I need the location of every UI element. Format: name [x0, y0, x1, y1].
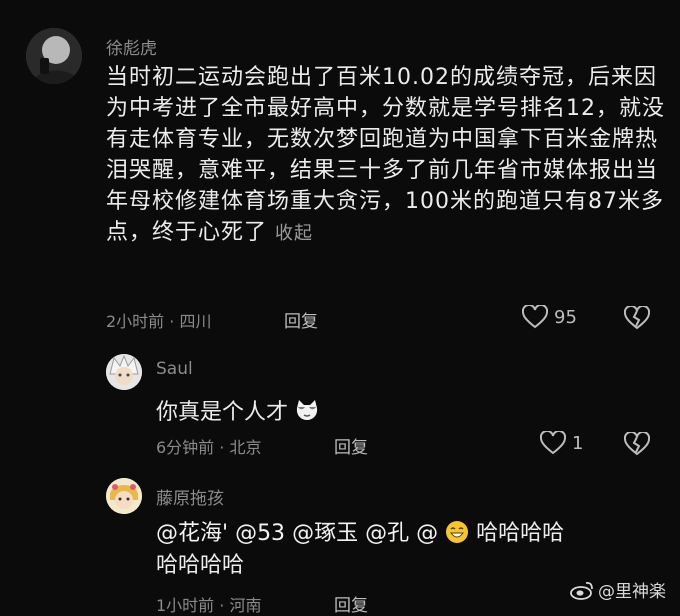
mention-link[interactable]: @53: [235, 521, 285, 546]
comment-body: 当时初二运动会跑出了百米10.02的成绩夺冠，后来因为中考进了全市最好高中，分数…: [106, 65, 665, 245]
reply-time: 6分钟前: [156, 438, 215, 457]
reply-text: @花海' @53 @琢玉 @孔 @ 哈哈哈哈 哈哈哈哈: [156, 518, 656, 582]
reply-time: 1小时前: [156, 596, 215, 615]
reply-button[interactable]: 回复: [334, 433, 368, 458]
meta-separator: ·: [219, 438, 225, 457]
cat-emoji-icon: [296, 400, 318, 420]
mention-link[interactable]: @孔: [365, 521, 409, 546]
like-button[interactable]: 95: [522, 305, 577, 329]
collapse-link[interactable]: 收起: [275, 223, 313, 244]
reply-username[interactable]: 藤原拖孩: [156, 484, 224, 509]
reply-location: 河南: [229, 596, 262, 615]
anime-avatar-icon: [106, 354, 142, 390]
like-button[interactable]: 1: [540, 431, 583, 455]
weibo-logo-icon: [570, 581, 593, 600]
grin-emoji-icon: [446, 521, 469, 543]
like-count: 95: [554, 306, 577, 328]
comment-text: 当时初二运动会跑出了百米10.02的成绩夺冠，后来因为中考进了全市最好高中，分数…: [106, 62, 672, 249]
reply-username[interactable]: Saul: [156, 359, 193, 379]
dislike-button[interactable]: [623, 430, 651, 460]
broken-heart-icon: [623, 430, 651, 456]
avatar-photo-icon: [26, 28, 82, 84]
mention-link[interactable]: @: [416, 521, 438, 546]
reply-body-line2: 哈哈哈哈: [156, 553, 245, 578]
reply-text: 你真是个人才: [156, 394, 320, 426]
avatar[interactable]: [26, 28, 82, 84]
reply-button[interactable]: 回复: [284, 307, 318, 332]
comment-location: 四川: [179, 312, 212, 331]
heart-icon: [522, 305, 548, 329]
comment-meta: 2小时前 · 四川: [106, 308, 211, 332]
mention-link[interactable]: @花海': [156, 521, 228, 546]
anime-avatar-icon: [106, 478, 142, 514]
reply-meta: 6分钟前 · 北京: [156, 434, 261, 458]
heart-icon: [540, 431, 566, 455]
broken-heart-icon: [623, 304, 651, 330]
reply-body: 你真是个人才: [156, 400, 289, 425]
watermark: @里神楽: [570, 577, 666, 602]
avatar[interactable]: [106, 478, 142, 514]
avatar[interactable]: [106, 354, 142, 390]
reply-body: 哈哈哈哈: [476, 521, 565, 546]
reply-meta: 1小时前 · 河南: [156, 592, 261, 616]
meta-separator: ·: [169, 312, 175, 331]
mention-link[interactable]: @琢玉: [292, 521, 358, 546]
watermark-text: @里神楽: [598, 582, 666, 602]
comment-time: 2小时前: [106, 312, 165, 331]
meta-separator: ·: [219, 596, 225, 615]
dislike-button[interactable]: [623, 304, 651, 334]
like-count: 1: [572, 432, 584, 454]
comment-username[interactable]: 徐彪虎: [106, 34, 157, 59]
reply-location: 北京: [229, 438, 262, 457]
